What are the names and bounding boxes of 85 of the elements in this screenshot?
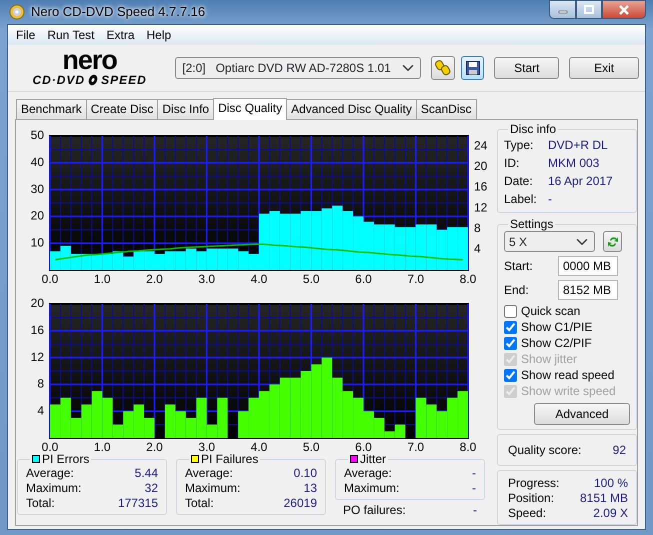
axis-label: 10 <box>30 235 44 250</box>
stat-value: 177315 <box>118 496 158 511</box>
stat-value: 32 <box>144 481 158 496</box>
progress-value: 8151 MB <box>580 491 628 506</box>
checkbox-label: Quick scan <box>521 304 580 318</box>
stat-label: Average: <box>344 466 392 481</box>
axis-label: 8 <box>37 376 44 391</box>
stat-value: - <box>472 466 476 481</box>
axis-label: 4.0 <box>250 440 268 452</box>
axis-label: 8.0 <box>460 272 476 284</box>
axis-label: 50 <box>30 128 44 142</box>
axis-label: 20 <box>474 159 488 174</box>
stat-label: Average: <box>26 466 74 481</box>
checkbox-label: Show C2/PIF <box>521 336 592 350</box>
axis-label: 12 <box>474 200 488 214</box>
axis-label: 7.0 <box>407 440 424 452</box>
axis-label: 0.0 <box>42 440 58 452</box>
axis-label: 5.0 <box>302 440 320 452</box>
progress-label: Progress: <box>508 476 560 491</box>
info-value: MKM 003 <box>548 155 600 172</box>
stat-value: 5.44 <box>134 466 158 481</box>
field-label: End: <box>504 282 529 299</box>
info-label: Date: <box>504 173 534 190</box>
axis-label: 7.0 <box>407 272 424 284</box>
stat-label: Maximum: <box>26 481 82 496</box>
checkbox-label: Show write speed <box>521 384 616 398</box>
stat-label: Maximum: <box>344 481 400 496</box>
logo-subtitle: SPEED <box>101 74 147 86</box>
quality-score: 92 <box>612 442 626 459</box>
checkbox-label: Show C1/PIE <box>521 320 592 334</box>
axis-label: 20 <box>30 208 44 223</box>
axis-label: 8 <box>474 220 481 235</box>
axis-label: 5.0 <box>302 272 320 284</box>
checkbox-label: Show jitter <box>521 352 578 366</box>
axis-label: 16 <box>474 180 488 194</box>
stat-value: - <box>472 481 476 496</box>
field-label: Start: <box>504 258 533 275</box>
progress-value: 100 % <box>594 476 628 491</box>
stat-value: 0.10 <box>294 466 317 481</box>
logo-wordmark: nero <box>62 46 117 74</box>
stat-label: Total: <box>185 496 214 511</box>
group-title: Jitter <box>360 452 386 466</box>
axis-label: 1.0 <box>94 440 111 452</box>
stat-label: Total: <box>26 496 55 511</box>
axis-label: 4 <box>474 242 481 256</box>
checkbox-label: Show read speed <box>521 368 614 382</box>
stat-label: PO failures: <box>343 503 406 518</box>
axis-label: 6.0 <box>355 272 372 284</box>
axis-label: 3.0 <box>198 440 216 452</box>
axis-label: 40 <box>30 154 44 169</box>
axis-label: 1.0 <box>94 272 111 284</box>
group-title: PI Failures <box>201 452 258 466</box>
axis-label: 4.0 <box>250 272 268 284</box>
axis-label: 6.0 <box>355 440 372 452</box>
info-label: Label: <box>504 191 538 208</box>
window-title: Nero CD-DVD Speed 4.7.7.16 <box>31 3 206 22</box>
axis-label: 2.0 <box>146 440 163 452</box>
axis-label: 30 <box>30 182 44 196</box>
stat-label: Maximum: <box>185 481 240 496</box>
axis-label: 8.0 <box>460 440 476 452</box>
info-value: DVD+R DL <box>548 137 608 154</box>
axis-label: 20 <box>30 296 44 310</box>
info-label: Type: <box>504 137 534 154</box>
quality-label: Quality score: <box>508 442 582 459</box>
axis-label: 12 <box>30 350 44 364</box>
info-value: - <box>548 191 552 208</box>
progress-label: Speed: <box>508 506 546 521</box>
stat-value: 26019 <box>284 496 317 511</box>
axis-label: 4 <box>37 403 44 418</box>
axis-label: 16 <box>30 322 44 337</box>
group-title: Disc info <box>510 122 556 136</box>
progress-label: Position: <box>508 491 554 506</box>
axis-label: 3.0 <box>198 272 216 284</box>
axis-label: 0.0 <box>42 272 58 284</box>
stat-label: Average: <box>185 466 233 481</box>
stat-value: 13 <box>304 481 317 496</box>
logo-subtitle: CD·DVD <box>32 74 86 86</box>
group-title: Settings <box>510 217 554 231</box>
axis-label: 2.0 <box>146 272 163 284</box>
info-value: 16 Apr 2017 <box>548 173 613 190</box>
group-title: PI Errors <box>42 452 90 466</box>
progress-value: 2.09 X <box>593 506 628 521</box>
stat-value: - <box>473 503 477 518</box>
axis-label: 24 <box>474 138 488 152</box>
info-label: ID: <box>504 155 520 172</box>
